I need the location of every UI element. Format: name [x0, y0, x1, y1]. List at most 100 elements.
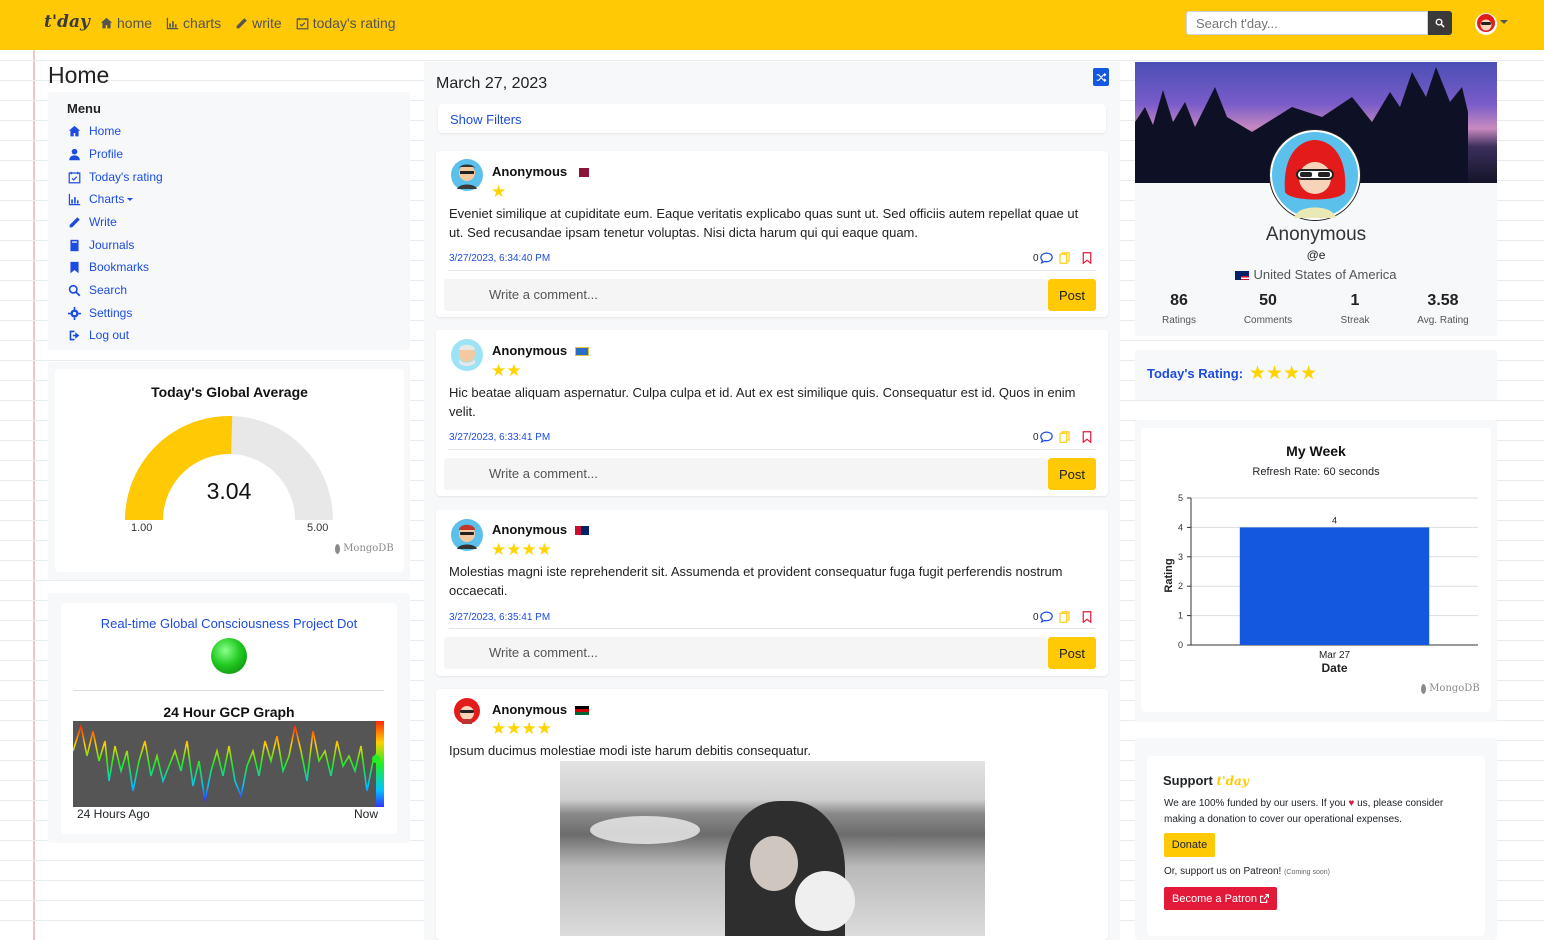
comment-field[interactable]: Write a comment... [444, 458, 1048, 490]
menu-item-todays-rating[interactable]: Today's rating [68, 170, 163, 184]
gcp-graph-title: 24 Hour GCP Graph [163, 704, 295, 720]
profile-country: United States of America [1135, 267, 1497, 282]
post-rating-stars: ★★★★ [491, 540, 552, 559]
bookmark-icon[interactable] [1082, 252, 1092, 264]
menu-item-logout[interactable]: Log out [68, 328, 129, 342]
post-author: Anonymous [492, 343, 590, 358]
gauge-chart [125, 416, 333, 520]
post-actions: 0 [1033, 431, 1092, 443]
chart-title: My Week [1286, 443, 1346, 459]
shuffle-icon [1096, 72, 1106, 82]
external-link-icon [1260, 894, 1269, 903]
calendar-check-icon [296, 17, 309, 29]
support-text: We are 100% funded by our users. If you … [1164, 798, 1444, 825]
shuffle-button[interactable] [1093, 68, 1109, 86]
post-actions: 0 [1033, 252, 1092, 264]
leaf-icon [335, 543, 340, 554]
y-axis-label: Rating [1163, 558, 1175, 592]
support-title: Support t'day [1163, 773, 1249, 788]
post-comment-button[interactable]: Post [1048, 458, 1096, 490]
stat-comments-label: Comments [1243, 315, 1293, 326]
nav-links: home charts write today's rating [100, 15, 396, 31]
us-flag-icon [1235, 271, 1250, 281]
post-photo[interactable] [560, 761, 985, 936]
menu-item-settings[interactable]: Settings [68, 306, 132, 320]
comment-icon[interactable] [1039, 252, 1053, 264]
become-patron-button[interactable]: Become a Patron [1164, 887, 1277, 910]
chart-icon [68, 193, 81, 205]
stat-avg-rating-value: 3.58 [1427, 292, 1459, 309]
comment-icon[interactable] [1039, 431, 1053, 443]
mongodb-credit: MongoDB [1421, 683, 1480, 694]
y-tick-label: 2 [1178, 581, 1183, 591]
search-button[interactable] [1428, 11, 1452, 35]
nav-todays-rating-link[interactable]: today's rating [296, 15, 396, 31]
user-avatar[interactable] [1474, 12, 1498, 36]
copy-icon[interactable] [1059, 431, 1070, 443]
home-icon [68, 125, 81, 136]
menu-item-charts[interactable]: Charts [68, 192, 134, 206]
search-icon [68, 284, 81, 296]
comment-icon[interactable] [1039, 611, 1053, 623]
gauge-title: Today's Global Average [151, 384, 308, 400]
todays-rating-label: Today's Rating: [1147, 366, 1244, 381]
comment-field[interactable]: Write a comment... [444, 279, 1048, 311]
nav-write-link[interactable]: write [235, 15, 282, 31]
post-timestamp[interactable]: 3/27/2023, 6:33:41 PM [449, 432, 550, 443]
divider [449, 449, 1095, 450]
pencil-icon [236, 17, 247, 28]
nav-home-link[interactable]: home [100, 15, 152, 31]
stat-streak-label: Streak [1340, 315, 1370, 326]
nav-charts-link[interactable]: charts [166, 15, 221, 31]
copy-icon[interactable] [1059, 611, 1070, 623]
copy-icon[interactable] [1059, 252, 1070, 264]
gcp-dot [211, 638, 247, 674]
heart-icon: ♥ [1348, 798, 1355, 809]
stat-avg-rating-label: Avg. Rating [1417, 315, 1469, 326]
menu-item-journals[interactable]: Journals [68, 238, 134, 252]
stat-comments-value: 50 [1259, 292, 1277, 309]
divider [449, 270, 1095, 271]
post-timestamp[interactable]: 3/27/2023, 6:34:40 PM [449, 253, 550, 264]
donate-button[interactable]: Donate [1164, 833, 1215, 857]
x-axis-label: Date [1321, 661, 1347, 675]
y-tick-label: 3 [1178, 552, 1183, 562]
bookmark-icon[interactable] [1082, 431, 1092, 443]
filters-bar [438, 104, 1106, 133]
brand-logo[interactable]: t'day [44, 12, 90, 32]
pencil-icon [69, 216, 80, 227]
show-filters-link[interactable]: Show Filters [450, 112, 522, 127]
flag-icon [575, 168, 590, 178]
post-author: Anonymous [492, 164, 590, 179]
menu-item-search[interactable]: Search [68, 283, 127, 297]
search-input[interactable] [1186, 11, 1428, 35]
menu-item-profile[interactable]: Profile [68, 147, 123, 161]
divider [73, 690, 384, 691]
stat-ratings-value: 86 [1170, 292, 1188, 309]
post-rating-stars: ★★★★ [491, 719, 552, 738]
menu-item-home[interactable]: Home [68, 124, 121, 138]
post-comment-button[interactable]: Post [1048, 637, 1096, 669]
x-tick-label: Mar 27 [1319, 650, 1351, 661]
page-title: Home [48, 62, 110, 88]
profile-name: Anonymous [1265, 224, 1367, 245]
menu-item-bookmarks[interactable]: Bookmarks [68, 260, 149, 274]
book-icon [70, 239, 79, 251]
menu-item-write[interactable]: Write [68, 215, 117, 229]
bookmark-icon[interactable] [1082, 611, 1092, 623]
y-tick-label: 4 [1178, 522, 1183, 532]
post-comment-button[interactable]: Post [1048, 279, 1096, 311]
avatar [451, 519, 483, 551]
chevron-down-icon[interactable] [1500, 20, 1508, 24]
profile-avatar[interactable] [1270, 130, 1360, 220]
y-tick-label: 1 [1178, 611, 1183, 621]
comment-field[interactable]: Write a comment... [444, 637, 1048, 669]
gcp-title[interactable]: Real-time Global Consciousness Project D… [61, 616, 397, 631]
leaf-icon [1421, 683, 1426, 694]
bookmark-icon [70, 261, 79, 273]
sign-out-icon [69, 330, 80, 340]
search-icon [1435, 18, 1445, 28]
post-timestamp[interactable]: 3/27/2023, 6:35:41 PM [449, 612, 550, 623]
user-icon [69, 148, 80, 160]
flag-icon [575, 706, 590, 716]
